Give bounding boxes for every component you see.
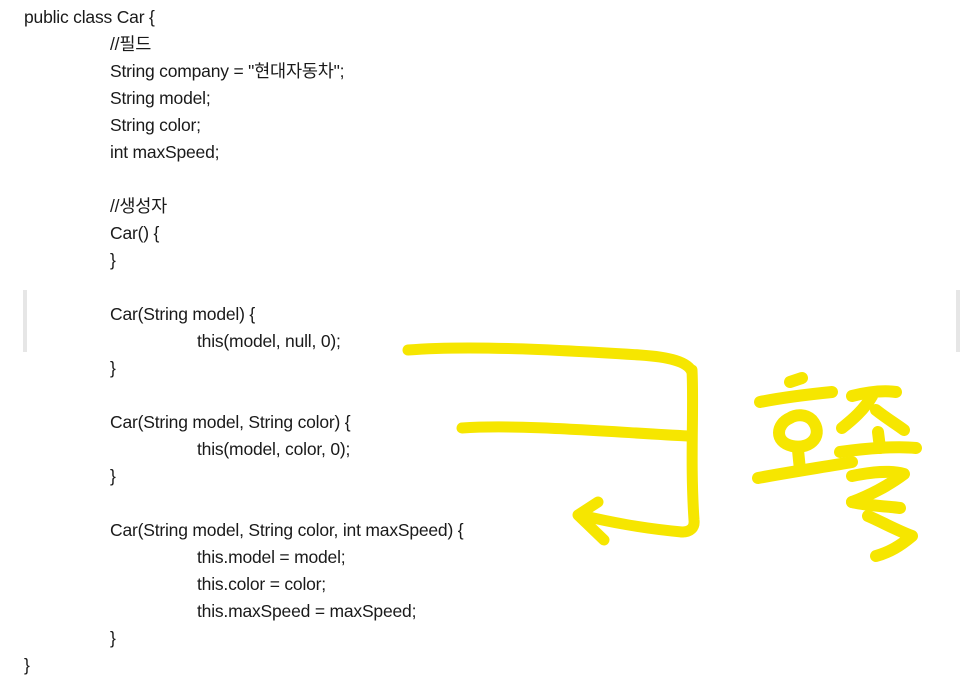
closing-brace-line: }: [110, 466, 116, 486]
assign-model-line: this.model = model;: [197, 547, 346, 567]
company-field-line: String company = "현대자동차";: [110, 61, 345, 81]
model-field-line: String model;: [110, 88, 211, 108]
assign-color-line: this.color = color;: [197, 574, 326, 594]
constructor-comment-line: //생성자: [110, 196, 168, 216]
assign-maxspeed-line: this.maxSpeed = maxSpeed;: [197, 601, 417, 621]
closing-brace-line: }: [110, 358, 116, 378]
left-scroll-marker: [23, 290, 27, 352]
this-call-2-line: this(model, color, 0);: [197, 439, 351, 459]
right-scroll-marker: [956, 290, 960, 352]
class-closing-brace-line: }: [24, 655, 30, 675]
maxspeed-field-line: int maxSpeed;: [110, 142, 220, 162]
default-constructor-line: Car() {: [110, 223, 160, 243]
closing-brace-line: }: [110, 250, 116, 270]
constructor-3-line: Car(String model, String color, int maxS…: [110, 520, 464, 540]
code-block: public class Car { //필드 String company =…: [0, 0, 963, 681]
closing-brace-line: }: [110, 628, 116, 648]
constructor-2-line: Car(String model, String color) {: [110, 412, 351, 432]
class-declaration-line: public class Car {: [24, 7, 155, 27]
constructor-1-line: Car(String model) {: [110, 304, 256, 324]
this-call-1-line: this(model, null, 0);: [197, 331, 341, 351]
field-comment-line: //필드: [110, 34, 152, 54]
color-field-line: String color;: [110, 115, 201, 135]
